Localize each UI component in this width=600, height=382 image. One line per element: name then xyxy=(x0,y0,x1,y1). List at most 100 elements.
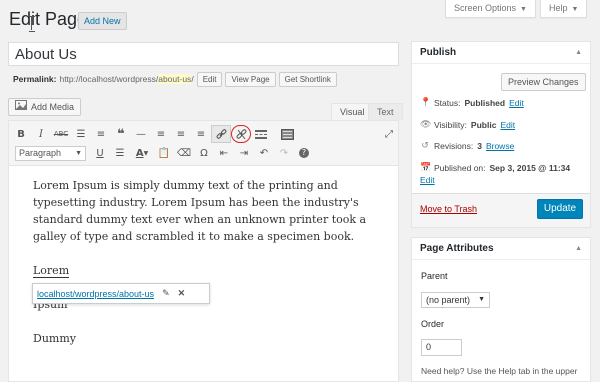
collapse-arrow-icon[interactable]: ▲ xyxy=(575,245,582,252)
published-value: Sep 3, 2015 @ 11:34 xyxy=(489,163,571,173)
permalink-url[interactable]: http://localhost/wordpress/about-us/ xyxy=(59,74,194,84)
caret-down-icon: ▼ xyxy=(571,6,579,13)
order-label: Order xyxy=(421,319,445,329)
permalink-slug: about-us xyxy=(158,74,192,84)
align-center-icon[interactable]: ≡ xyxy=(171,125,191,143)
published-row: 📅 Published on: Sep 3, 2015 @ 11:34 xyxy=(420,163,570,173)
caret-down-icon: ▼ xyxy=(75,149,82,157)
post-title-input[interactable]: About Us xyxy=(8,42,399,66)
update-button[interactable]: Update xyxy=(537,199,583,219)
editor-toolbar: B I ABC ☰ ≡ ❝ — ≡ ≡ ≡ ⤢ Paragraph ▼ U ☰ … xyxy=(9,121,398,166)
undo-icon[interactable]: ↶ xyxy=(254,144,274,162)
page-attributes-box: Page Attributes ▲ Parent (no parent) ▼ Or… xyxy=(411,237,591,382)
remove-link-popup-icon[interactable]: ✕ xyxy=(178,288,186,299)
help-tab[interactable]: Help ▼ xyxy=(540,0,588,18)
toolbar-row-2: Paragraph ▼ U ☰ A ▼ 📋 ⌫ Ω ⇤ ⇥ ↶ ↷ ? xyxy=(11,144,314,162)
revisions-browse-link[interactable]: Browse xyxy=(486,141,514,151)
paste-text-icon[interactable]: 📋 xyxy=(154,144,174,162)
status-row: 📍 Status: Published Edit xyxy=(420,98,524,108)
visibility-value: Public xyxy=(470,120,497,130)
revisions-value: 3 xyxy=(477,141,482,151)
insert-link-icon[interactable] xyxy=(211,125,231,143)
toolbar-toggle-icon[interactable] xyxy=(277,125,297,143)
edit-link-icon[interactable]: ✎ xyxy=(162,289,170,299)
redo-icon[interactable]: ↷ xyxy=(274,144,294,162)
justify-icon[interactable]: ☰ xyxy=(110,144,130,162)
link-url[interactable]: localhost/wordpress/about-us xyxy=(37,289,154,299)
publish-title: Publish xyxy=(420,47,457,58)
status-edit-link[interactable]: Edit xyxy=(509,98,524,108)
remove-link-icon[interactable] xyxy=(231,125,251,143)
media-icon xyxy=(15,99,27,115)
read-more-icon[interactable] xyxy=(251,125,271,143)
format-select-value: Paragraph xyxy=(19,147,62,158)
status-label: Status: xyxy=(434,98,461,108)
status-value: Published xyxy=(464,98,506,108)
visibility-label: Visibility: xyxy=(434,120,467,130)
tab-visual[interactable]: Visual xyxy=(331,103,374,120)
italic-icon[interactable]: I xyxy=(31,125,51,143)
editor-content[interactable]: Lorem Ipsum is simply dummy text of the … xyxy=(33,177,378,347)
numbered-list-icon[interactable]: ≡ xyxy=(91,125,111,143)
help-label: Help xyxy=(549,3,568,13)
order-input[interactable]: 0 xyxy=(421,339,462,356)
add-media-button[interactable]: Add Media xyxy=(8,98,82,116)
text-color-icon[interactable]: A ▼ xyxy=(130,144,154,162)
caret-down-icon: ▼ xyxy=(520,6,527,13)
toolbar-row-1: B I ABC ☰ ≡ ❝ — ≡ ≡ ≡ ⤢ xyxy=(11,125,399,143)
collapse-arrow-icon[interactable]: ▲ xyxy=(575,49,582,56)
revisions-label: Revisions: xyxy=(434,141,474,151)
special-character-icon[interactable]: Ω xyxy=(194,144,214,162)
caret-down-icon: ▼ xyxy=(478,296,485,303)
align-left-icon[interactable]: ≡ xyxy=(151,125,171,143)
parent-label: Parent xyxy=(421,271,448,281)
parent-select-value: (no parent) xyxy=(426,295,471,305)
publish-box: Publish ▲ Preview Changes 📍 Status: Publ… xyxy=(411,41,591,228)
screen-options-label: Screen Options xyxy=(454,3,517,13)
indent-icon[interactable]: ⇥ xyxy=(234,144,254,162)
help-icon[interactable]: ? xyxy=(294,144,314,162)
blockquote-icon[interactable]: ❝ xyxy=(111,125,131,143)
align-right-icon[interactable]: ≡ xyxy=(191,125,211,143)
eye-icon: 👁 xyxy=(420,120,432,130)
page-attributes-header[interactable]: Page Attributes ▲ xyxy=(412,238,590,260)
visibility-row: 👁 Visibility: Public Edit xyxy=(420,120,515,130)
permalink-row: Permalink: http://localhost/wordpress/ab… xyxy=(13,71,337,87)
get-shortlink-button[interactable]: Get Shortlink xyxy=(278,71,337,87)
add-new-button[interactable]: Add New xyxy=(78,12,127,30)
permalink-edit-button[interactable]: Edit xyxy=(196,71,223,87)
add-media-label: Add Media xyxy=(31,102,75,112)
page-attributes-title: Page Attributes xyxy=(420,243,494,254)
paragraph-1: Lorem Ipsum is simply dummy text of the … xyxy=(33,179,367,243)
publish-header[interactable]: Publish ▲ xyxy=(412,42,590,64)
published-edit-row: Edit xyxy=(420,175,435,185)
linked-word[interactable]: Lorem xyxy=(33,262,378,279)
help-text: Need help? Use the Help tab in the upper xyxy=(421,366,578,376)
underline-icon[interactable]: U xyxy=(90,144,110,162)
clear-formatting-icon[interactable]: ⌫ xyxy=(174,144,194,162)
text-cursor-icon xyxy=(29,16,35,32)
page-title: Edit Page xyxy=(9,9,88,29)
inline-link-toolbar: localhost/wordpress/about-us ✎ ✕ xyxy=(32,283,210,304)
parent-select[interactable]: (no parent) ▼ xyxy=(421,292,490,308)
screen-options-tab[interactable]: Screen Options ▼ xyxy=(445,0,536,18)
published-label: Published on: xyxy=(434,163,486,173)
content-editor[interactable]: B I ABC ☰ ≡ ❝ — ≡ ≡ ≡ ⤢ Paragraph ▼ U ☰ … xyxy=(8,120,399,382)
published-edit-link[interactable]: Edit xyxy=(420,175,435,185)
visibility-edit-link[interactable]: Edit xyxy=(500,120,515,130)
outdent-icon[interactable]: ⇤ xyxy=(214,144,234,162)
preview-changes-button[interactable]: Preview Changes xyxy=(501,73,586,91)
bulleted-list-icon[interactable]: ☰ xyxy=(71,125,91,143)
fullscreen-icon[interactable]: ⤢ xyxy=(379,125,399,143)
horizontal-line-icon[interactable]: — xyxy=(131,125,151,143)
paragraph-dummy: Dummy xyxy=(33,332,76,345)
strikethrough-icon[interactable]: ABC xyxy=(51,125,71,143)
view-page-button[interactable]: View Page xyxy=(225,71,276,87)
format-select[interactable]: Paragraph ▼ xyxy=(15,145,86,161)
tab-text[interactable]: Text xyxy=(368,103,403,120)
move-to-trash-link[interactable]: Move to Trash xyxy=(420,204,477,214)
bold-icon[interactable]: B xyxy=(11,125,31,143)
revisions-row: ↺ Revisions: 3 Browse xyxy=(420,141,514,151)
calendar-icon: 📅 xyxy=(420,163,432,173)
pin-icon: 📍 xyxy=(420,98,432,108)
